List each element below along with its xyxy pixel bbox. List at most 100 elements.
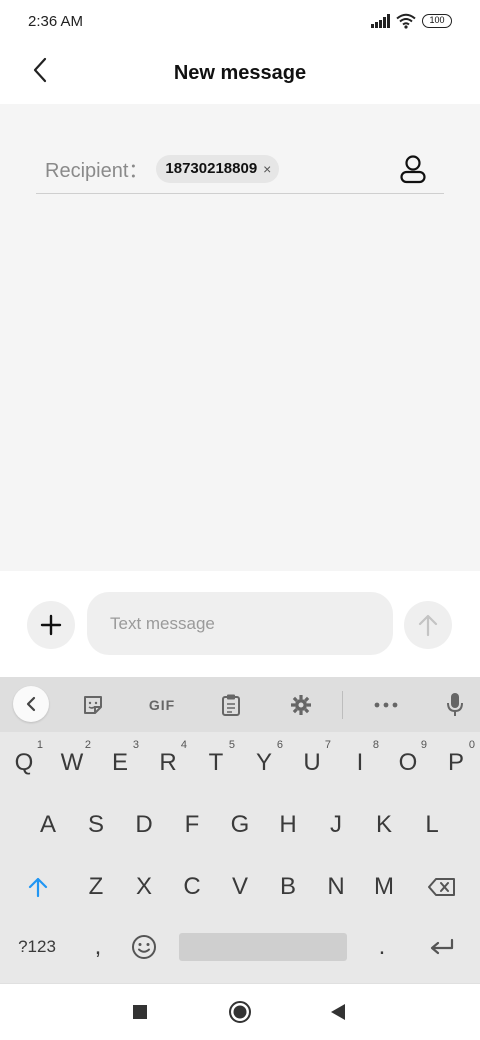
key-k[interactable]: K (362, 799, 406, 851)
clipboard-button[interactable] (211, 685, 251, 725)
backspace-key[interactable] (418, 861, 466, 913)
key-n[interactable]: N (314, 861, 358, 913)
emoji-icon (132, 935, 156, 959)
key-hint: 2 (84, 739, 91, 751)
page-title: New message (173, 61, 307, 84)
key-hint: 3 (132, 739, 139, 751)
key-label: I (356, 749, 364, 776)
key-label: P (447, 749, 464, 776)
sticker-button[interactable] (73, 685, 113, 725)
key-x[interactable]: X (122, 861, 166, 913)
period-key[interactable]: . (360, 921, 404, 973)
emoji-key[interactable] (122, 921, 166, 973)
key-label: Y (255, 749, 272, 776)
back-nav-button[interactable] (320, 994, 356, 1030)
key-c[interactable]: C (170, 861, 214, 913)
key-g[interactable]: G (218, 799, 262, 851)
keyboard-toolbar: GIF (0, 677, 480, 732)
signal-icon (371, 14, 390, 28)
key-label: O (398, 749, 418, 776)
settings-button[interactable] (281, 685, 321, 725)
recents-button[interactable] (122, 994, 158, 1030)
plus-icon (40, 614, 62, 636)
clipboard-icon (222, 694, 240, 716)
shift-key[interactable] (14, 861, 62, 913)
voice-input-button[interactable] (435, 685, 475, 725)
recipient-chip[interactable]: 18730218809 × (156, 154, 280, 183)
key-j[interactable]: J (314, 799, 358, 851)
mic-icon (447, 693, 463, 716)
key-w[interactable]: W2 (50, 737, 94, 789)
send-button[interactable] (404, 601, 452, 649)
more-button[interactable] (366, 685, 406, 725)
key-t[interactable]: T5 (194, 737, 238, 789)
key-d[interactable]: D (122, 799, 166, 851)
send-arrow-icon (418, 614, 438, 637)
comma-key[interactable]: , (76, 921, 120, 973)
shift-icon (28, 877, 48, 898)
key-hint: 0 (468, 739, 475, 751)
sticker-icon (84, 696, 102, 714)
key-label: Q (14, 749, 34, 776)
key-l[interactable]: L (410, 799, 454, 851)
status-time: 2:36 AM (28, 12, 84, 30)
key-q[interactable]: Q1 (2, 737, 46, 789)
key-u[interactable]: U7 (290, 737, 334, 789)
enter-key[interactable] (418, 921, 466, 973)
text-message-input[interactable] (87, 592, 393, 655)
key-o[interactable]: O9 (386, 737, 430, 789)
gif-label: GIF (148, 697, 176, 713)
key-label: W (60, 749, 84, 776)
more-icon (374, 702, 398, 708)
app-header: New message (0, 42, 480, 104)
key-b[interactable]: B (266, 861, 310, 913)
message-input-row (0, 571, 480, 677)
soft-keyboard: G I F Q 1 W 2 E 3 R 4 T 5 Y 6 U 7 I 8 O 9 … (0, 677, 480, 983)
key-i[interactable]: I8 (338, 737, 382, 789)
key-label: T (208, 749, 224, 776)
key-r[interactable]: R4 (146, 737, 190, 789)
recents-icon (133, 1005, 147, 1019)
status-bar: 2:36 AM 100 (0, 0, 480, 42)
collapse-icon (26, 696, 36, 712)
recipient-chip-number: 18730218809 (165, 160, 258, 177)
toolbar-divider (342, 691, 343, 719)
key-a[interactable]: A (26, 799, 70, 851)
key-y[interactable]: Y6 (242, 737, 286, 789)
key-label: E (111, 749, 128, 776)
back-icon (33, 57, 47, 83)
wifi-icon (396, 13, 416, 29)
home-button[interactable] (222, 994, 258, 1030)
key-p[interactable]: P0 (434, 737, 478, 789)
enter-icon (430, 938, 454, 955)
backspace-icon (428, 878, 455, 896)
battery-indicator: 100 (422, 14, 452, 28)
gif-button[interactable]: GIF (141, 685, 183, 725)
key-m[interactable]: M (362, 861, 406, 913)
back-button[interactable] (24, 54, 56, 86)
contact-picker-button[interactable] (396, 152, 430, 186)
key-f[interactable]: F (170, 799, 214, 851)
collapse-toolbar-button[interactable] (13, 686, 49, 722)
chip-remove-icon[interactable]: × (263, 161, 271, 177)
key-e[interactable]: E3 (98, 737, 142, 789)
key-hint: 7 (324, 739, 331, 751)
key-hint: 8 (372, 739, 379, 751)
symbols-key[interactable]: ?123 (8, 921, 66, 973)
home-icon (229, 1001, 251, 1023)
contact-icon (400, 155, 426, 184)
status-icons: 100 (371, 13, 452, 29)
key-label: U (303, 749, 321, 776)
key-h[interactable]: H (266, 799, 310, 851)
attach-button[interactable] (27, 601, 75, 649)
key-v[interactable]: V (218, 861, 262, 913)
space-key[interactable] (179, 933, 347, 961)
recipient-label: Recipient： (45, 160, 149, 182)
key-label: R (159, 749, 177, 776)
recipient-row[interactable]: Recipient： 18730218809 × (36, 144, 444, 194)
key-s[interactable]: S (74, 799, 118, 851)
key-hint: 1 (36, 739, 43, 751)
key-hint: 4 (180, 739, 187, 751)
gear-icon (291, 695, 311, 715)
key-z[interactable]: Z (74, 861, 118, 913)
